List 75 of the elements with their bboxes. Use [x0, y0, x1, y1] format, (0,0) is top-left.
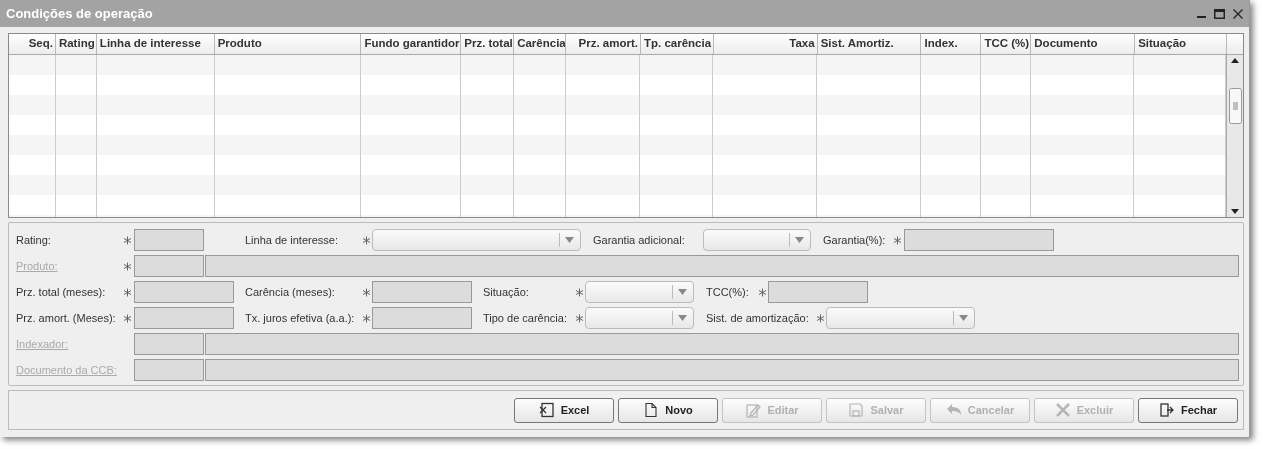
column-header[interactable]: Rating	[55, 34, 97, 54]
pencil-icon	[745, 402, 762, 418]
field-label: Carência (meses):	[245, 286, 336, 298]
window-title: Condições de operação	[6, 6, 154, 21]
dropdown-arrow-icon	[565, 237, 574, 243]
input-field[interactable]	[372, 307, 472, 329]
column-header[interactable]: Fundo garantidor	[361, 34, 462, 54]
required-asterisk-icon	[361, 313, 371, 323]
column-header[interactable]: Prz. total	[461, 34, 515, 54]
column-header[interactable]: Produto	[214, 34, 362, 54]
spreadsheet-icon	[538, 402, 555, 418]
input-field[interactable]	[134, 281, 234, 303]
required-asterisk-icon	[361, 235, 371, 245]
input-field[interactable]	[134, 333, 204, 355]
required-asterisk-icon	[893, 235, 902, 245]
field-label: Tipo de carência:	[483, 312, 568, 324]
required-asterisk-icon	[574, 313, 584, 323]
column-header[interactable]: Situação	[1135, 34, 1227, 54]
new-document-icon	[643, 402, 660, 418]
field-label: Rating:	[16, 234, 52, 246]
maximize-icon[interactable]	[1214, 8, 1225, 19]
field-label: Prz. total (meses):	[16, 286, 107, 298]
column-header[interactable]: Seq.	[9, 34, 56, 54]
required-asterisk-icon	[122, 287, 132, 297]
scrollbar[interactable]	[1226, 55, 1243, 217]
dropdown[interactable]	[372, 229, 581, 251]
required-asterisk-icon	[361, 287, 371, 297]
input-field[interactable]	[205, 255, 1239, 277]
scroll-thumb[interactable]	[1228, 88, 1242, 124]
required-asterisk-icon	[574, 287, 584, 297]
input-field[interactable]	[904, 229, 1054, 251]
input-field[interactable]	[205, 359, 1239, 381]
field-label: Linha de interesse:	[245, 234, 339, 246]
column-header[interactable]: Index.	[921, 34, 982, 54]
x-icon	[1054, 402, 1071, 418]
dropdown[interactable]	[585, 281, 694, 303]
new-button[interactable]: Novo	[618, 397, 718, 423]
column-header[interactable]: Sist. Amortiz.	[817, 34, 922, 54]
required-asterisk-icon	[122, 261, 132, 271]
required-asterisk-icon	[758, 287, 767, 297]
column-header[interactable]: Taxa	[713, 34, 818, 54]
dropdown-arrow-icon	[795, 237, 804, 243]
close-icon[interactable]	[1233, 8, 1243, 19]
column-header[interactable]: Carência	[514, 34, 567, 54]
field-label: Sist. de amortização:	[706, 312, 810, 324]
required-asterisk-icon	[122, 235, 132, 245]
field-label: Tx. juros efetiva (a.a.):	[245, 312, 356, 324]
required-asterisk-icon	[122, 313, 132, 323]
input-field[interactable]	[205, 333, 1239, 355]
field-label: Garantia adicional:	[593, 234, 686, 246]
dropdown-arrow-icon	[678, 315, 687, 321]
excel-button[interactable]: Excel	[514, 397, 614, 423]
input-field[interactable]	[768, 281, 868, 303]
required-asterisk-icon	[815, 313, 825, 323]
column-header[interactable]: Documento	[1031, 34, 1136, 54]
column-header[interactable]: Tp. carência	[640, 34, 714, 54]
input-field[interactable]	[134, 229, 204, 251]
dropdown-arrow-icon	[678, 289, 687, 295]
input-field[interactable]	[134, 307, 234, 329]
dropdown[interactable]	[585, 307, 694, 329]
dropdown[interactable]	[703, 229, 811, 251]
column-header[interactable]: Linha de interesse	[96, 34, 215, 54]
dropdown-arrow-icon	[959, 315, 968, 321]
column-header[interactable]: Prz. amort.	[566, 34, 641, 54]
input-field[interactable]	[134, 255, 204, 277]
field-label: TCC(%):	[706, 286, 750, 298]
field-label: Situação:	[483, 286, 530, 298]
dropdown[interactable]	[826, 307, 975, 329]
exit-door-icon	[1158, 402, 1175, 418]
close-button[interactable]: Fechar	[1138, 397, 1238, 423]
field-label: Garantia(%):	[823, 234, 887, 246]
column-header[interactable]: TCC (%)	[981, 34, 1032, 54]
field-label: Prz. amort. (Meses):	[16, 312, 117, 324]
input-field[interactable]	[134, 359, 204, 381]
input-field[interactable]	[372, 281, 472, 303]
